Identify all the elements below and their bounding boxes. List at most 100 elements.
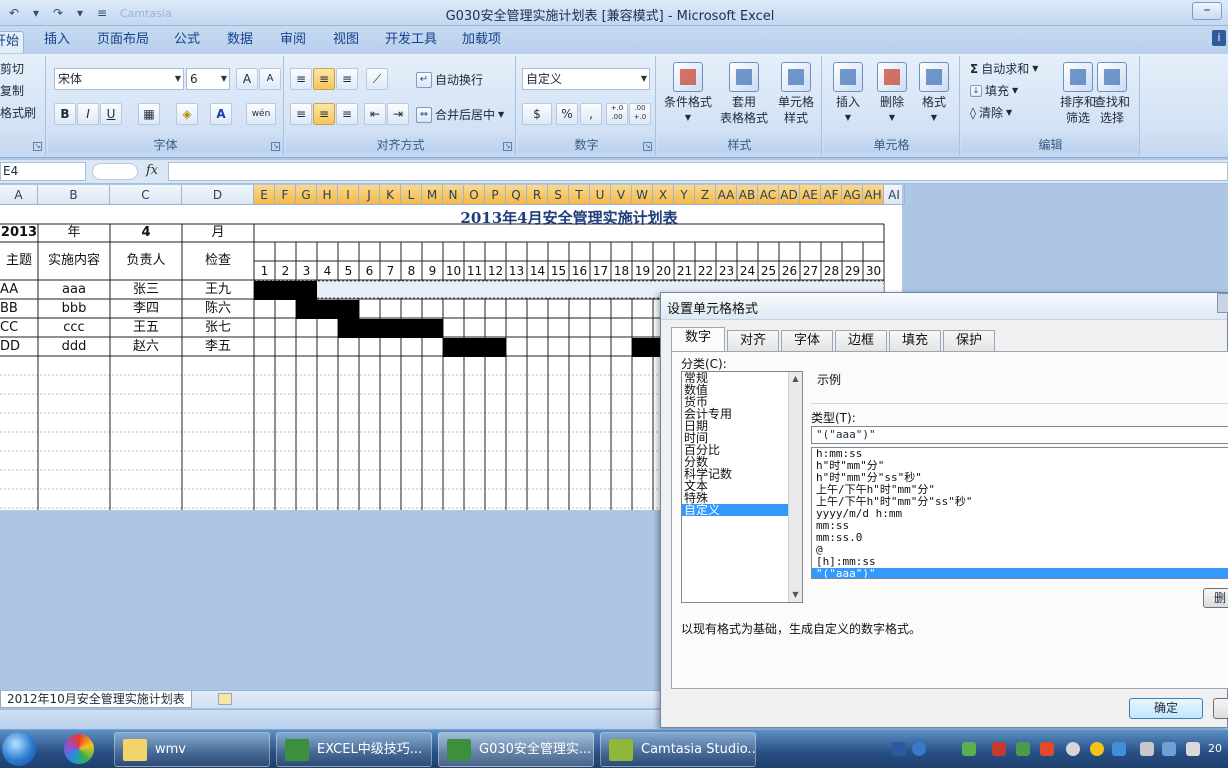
tray-pin-icon[interactable] <box>992 742 1006 756</box>
column-header[interactable]: J <box>359 185 380 205</box>
format-type-item[interactable]: "("aaa")" <box>812 568 1228 578</box>
redo-dropdown-icon[interactable]: ▾ <box>70 4 90 22</box>
day-header[interactable]: 4 <box>317 263 338 280</box>
day-header[interactable]: 30 <box>863 263 884 280</box>
fill-color-icon[interactable]: ◈ <box>176 103 198 125</box>
taskbar-item-g030[interactable]: G030安全管理实... <box>438 732 594 767</box>
increase-decimal-button[interactable]: +.0 .00 <box>606 103 628 125</box>
column-header[interactable]: Y <box>674 185 695 205</box>
column-header[interactable]: AI <box>884 185 905 205</box>
header-cell[interactable]: 4 <box>110 224 182 242</box>
column-header[interactable]: W <box>632 185 653 205</box>
day-header[interactable]: 6 <box>359 263 380 280</box>
day-header[interactable]: 15 <box>548 263 569 280</box>
cut-button[interactable]: 剪切 <box>0 60 24 77</box>
customize-qat-icon[interactable]: ≡ <box>92 4 112 22</box>
format-painter-button[interactable]: 格式刷 <box>0 104 36 121</box>
day-header[interactable]: 28 <box>821 263 842 280</box>
clear-button[interactable]: ◊ 清除 ▼ <box>970 104 1012 121</box>
day-header[interactable]: 17 <box>590 263 611 280</box>
tab-fill[interactable]: 填充 <box>889 330 941 351</box>
tab-view[interactable]: 视图 <box>333 31 359 53</box>
format-type-item[interactable]: mm:ss.0 <box>812 532 1228 544</box>
data-cell[interactable]: 陈六 <box>182 300 254 318</box>
format-type-input[interactable]: "("aaa")" <box>811 426 1228 444</box>
day-header[interactable]: 10 <box>443 263 464 280</box>
tab-insert[interactable]: 插入 <box>44 31 70 53</box>
day-header[interactable]: 21 <box>674 263 695 280</box>
day-header[interactable]: 13 <box>506 263 527 280</box>
tray-plus-icon[interactable] <box>1090 742 1104 756</box>
dialog-close-button[interactable] <box>1217 293 1228 313</box>
tray-battery-icon[interactable] <box>962 742 976 756</box>
undo-dropdown-icon[interactable]: ▾ <box>26 4 46 22</box>
insert-function-icon[interactable]: fx <box>146 163 158 178</box>
tab-developer[interactable]: 开发工具 <box>385 31 437 53</box>
tab-review[interactable]: 审阅 <box>280 31 306 53</box>
column-header[interactable]: O <box>464 185 485 205</box>
tab-page-layout[interactable]: 页面布局 <box>97 31 149 53</box>
column-header[interactable]: S <box>548 185 569 205</box>
clipboard-launcher-icon[interactable]: ↘ <box>33 142 42 151</box>
data-cell[interactable]: aaa <box>38 281 110 299</box>
column-header[interactable]: AH <box>863 185 884 205</box>
align-right-icon[interactable]: ≡ <box>336 103 358 125</box>
font-launcher-icon[interactable]: ↘ <box>271 142 280 151</box>
font-color-icon[interactable]: A <box>210 103 232 125</box>
column-header[interactable]: F <box>275 185 296 205</box>
column-header[interactable]: B <box>38 185 110 205</box>
column-header[interactable]: D <box>182 185 254 205</box>
borders-icon[interactable]: ▦ <box>138 103 160 125</box>
underline-button[interactable]: U <box>100 103 122 125</box>
shrink-font-button[interactable]: A <box>259 68 281 90</box>
data-cell[interactable]: ddd <box>38 338 110 356</box>
redo-icon[interactable]: ↷ <box>48 4 68 22</box>
category-list[interactable]: 常规 数值 货币 会计专用 日期 时间 百分比 分数 科学记数 文本 特殊 自定义 ▲ ▼ <box>681 371 803 603</box>
column-header[interactable]: P <box>485 185 506 205</box>
header-cell[interactable]: 年 <box>38 224 110 242</box>
data-cell[interactable]: ccc <box>38 319 110 337</box>
tray-network-icon[interactable] <box>1162 742 1176 756</box>
tab-protection[interactable]: 保护 <box>943 330 995 351</box>
decrease-decimal-button[interactable]: .00 +.0 <box>629 103 651 125</box>
tray-chat-icon[interactable] <box>1066 742 1080 756</box>
format-type-item[interactable]: yyyy/m/d h:mm <box>812 508 1228 520</box>
data-cell[interactable]: 张三 <box>110 281 182 299</box>
data-cell[interactable]: DD <box>0 338 38 356</box>
accounting-icon[interactable]: $ <box>522 103 552 125</box>
tab-home[interactable]: 开始 <box>0 31 24 53</box>
header-cell[interactable]: 实施内容 <box>38 252 110 270</box>
column-header[interactable]: C <box>110 185 182 205</box>
day-header[interactable]: 12 <box>485 263 506 280</box>
column-header[interactable]: U <box>590 185 611 205</box>
tab-number[interactable]: 数字 <box>671 327 725 352</box>
column-header[interactable]: Z <box>695 185 716 205</box>
day-header[interactable]: 23 <box>716 263 737 280</box>
conditional-format-button[interactable]: 条件格式 ▼ <box>658 60 718 136</box>
day-header[interactable]: 5 <box>338 263 359 280</box>
align-center-icon[interactable]: ≡ <box>313 103 335 125</box>
data-cell[interactable]: 赵六 <box>110 338 182 356</box>
font-size-combo[interactable]: 6 ▼ <box>186 68 230 90</box>
day-header[interactable]: 25 <box>758 263 779 280</box>
column-header[interactable]: AA <box>716 185 737 205</box>
data-cell[interactable]: bbb <box>38 300 110 318</box>
start-button-icon[interactable] <box>2 732 36 766</box>
column-header[interactable]: M <box>422 185 443 205</box>
column-header[interactable]: X <box>653 185 674 205</box>
column-header[interactable]: R <box>527 185 548 205</box>
day-header[interactable]: 18 <box>611 263 632 280</box>
decrease-indent-icon[interactable]: ⇤ <box>364 103 386 125</box>
font-name-combo[interactable]: 宋体 ▼ <box>54 68 184 90</box>
comma-button[interactable]: , <box>580 103 602 125</box>
taskbar-item-wmv[interactable]: wmv <box>114 732 270 767</box>
align-top-icon[interactable]: ≡ <box>290 68 312 90</box>
day-header[interactable]: 24 <box>737 263 758 280</box>
tray-speaker-icon[interactable] <box>1040 742 1054 756</box>
bold-button[interactable]: B <box>54 103 76 125</box>
column-header[interactable]: A <box>0 185 38 205</box>
tray-help-icon[interactable] <box>912 742 926 756</box>
column-header[interactable]: V <box>611 185 632 205</box>
number-format-combo[interactable]: 自定义 ▼ <box>522 68 650 90</box>
column-header[interactable]: AF <box>821 185 842 205</box>
